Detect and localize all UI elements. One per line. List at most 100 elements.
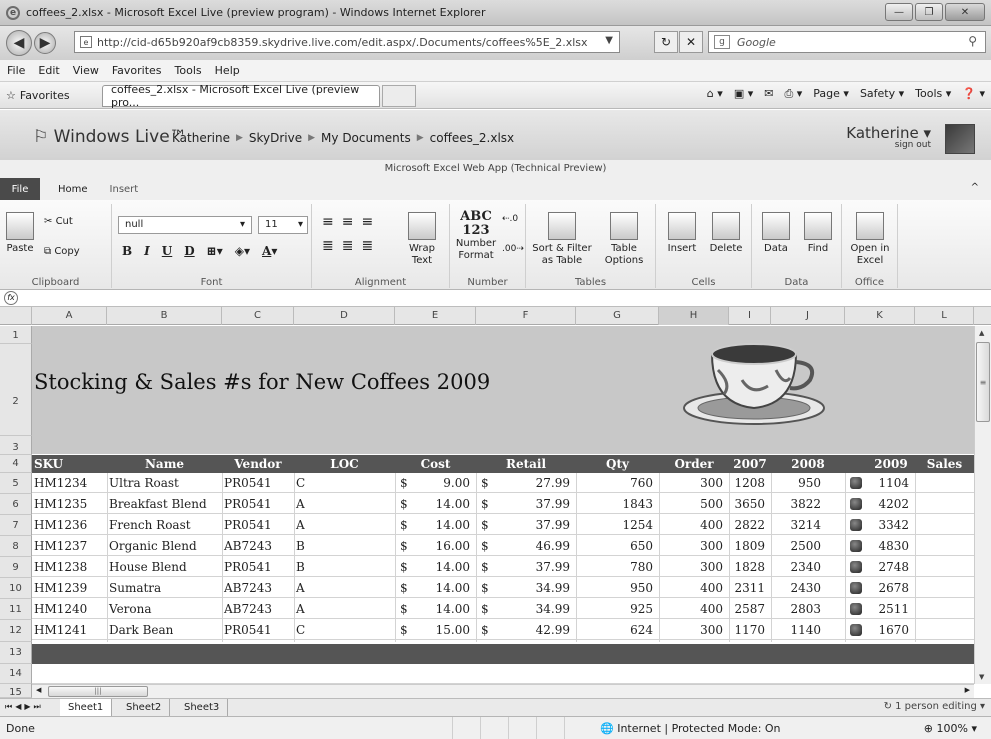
cell-y2008[interactable]: 2803 [731, 599, 821, 619]
find-button[interactable]: Find [800, 212, 836, 255]
feeds-icon[interactable]: ▣ ▾ [734, 87, 753, 101]
cell-sku[interactable]: HM1234 [34, 473, 87, 493]
cell-loc[interactable]: C [296, 620, 305, 640]
breadcrumb-my-documents[interactable]: My Documents [321, 131, 411, 145]
cell-cost[interactable]: 14.00 [380, 599, 470, 619]
cell-vendor[interactable]: PR0541 [224, 473, 272, 493]
row-header[interactable]: 5 [0, 473, 32, 494]
scrollbar-thumb[interactable]: ||| [48, 686, 148, 697]
page-menu[interactable]: Page ▾ [813, 87, 849, 101]
cell-vendor[interactable]: AB7243 [224, 578, 272, 598]
horizontal-scrollbar[interactable]: ◀ ||| ▶ [32, 684, 974, 698]
row-header[interactable]: 13 [0, 642, 32, 664]
header-name[interactable]: Name [107, 455, 222, 473]
user-menu[interactable]: Katherine ▾ sign out [846, 124, 931, 150]
sheet-tab-1[interactable]: Sheet1 [60, 699, 113, 716]
print-icon[interactable]: ⎙ ▾ [784, 87, 802, 101]
cell-retail[interactable]: 42.99 [480, 620, 570, 640]
row-header[interactable]: 7 [0, 515, 32, 536]
cell-loc[interactable]: A [296, 599, 305, 619]
menu-edit[interactable]: Edit [38, 64, 59, 77]
minimize-button[interactable]: — [885, 3, 913, 21]
tab-insert[interactable]: Insert [110, 184, 139, 195]
cell-y2008[interactable]: 1140 [731, 620, 821, 640]
cell-name[interactable]: Ultra Roast [109, 473, 179, 493]
cell-sku[interactable]: HM1241 [34, 620, 87, 640]
delete-cells-button[interactable]: Delete [706, 212, 746, 255]
close-button[interactable]: ✕ [945, 3, 985, 21]
borders-icon[interactable]: ⊞▾ [207, 244, 223, 258]
help-icon[interactable]: ❓ ▾ [962, 87, 985, 101]
column-header[interactable]: B [107, 307, 222, 325]
favorites-button[interactable]: ☆ Favorites [6, 89, 70, 102]
cell-name[interactable]: Dark Bean [109, 620, 173, 640]
editing-status[interactable]: ↻ 1 person editing ▾ [884, 701, 985, 712]
cell-name[interactable]: Verona [109, 599, 152, 619]
sheet-tab-2[interactable]: Sheet2 [118, 699, 171, 716]
cell-retail[interactable]: 37.99 [480, 557, 570, 577]
address-field[interactable]: e http://cid-d65b920af9cb8359.skydrive.l… [74, 31, 620, 53]
cell-retail[interactable]: 27.99 [480, 473, 570, 493]
cell-cost[interactable]: 14.00 [380, 515, 470, 535]
table-options-button[interactable]: Table Options [598, 212, 650, 267]
header-cost[interactable]: Cost [395, 455, 476, 473]
row-header[interactable]: 9 [0, 557, 32, 578]
cell-vendor[interactable]: PR0541 [224, 515, 272, 535]
header-2008[interactable]: 2008 [771, 455, 845, 473]
formula-bar[interactable]: fx [0, 290, 991, 307]
cell-vendor[interactable]: PR0541 [224, 557, 272, 577]
italic-button[interactable]: I [144, 244, 150, 258]
cell-y2009[interactable]: 3342 [819, 515, 909, 535]
zoom-control[interactable]: ⊕ 100% ▾ [924, 722, 977, 735]
fill-color-icon[interactable]: ◈▾ [235, 244, 250, 258]
cell-y2008[interactable]: 3214 [731, 515, 821, 535]
function-icon[interactable]: fx [4, 291, 18, 305]
row-header[interactable]: 4 [0, 455, 32, 473]
scroll-left-icon[interactable]: ◀ [36, 686, 41, 694]
column-header[interactable]: K [845, 307, 915, 325]
row-header[interactable]: 6 [0, 494, 32, 515]
cell-y2009[interactable]: 2511 [819, 599, 909, 619]
data-button[interactable]: Data [758, 212, 794, 255]
column-header[interactable]: A [32, 307, 107, 325]
cell-sku[interactable]: HM1235 [34, 494, 87, 514]
cell-name[interactable]: Organic Blend [109, 536, 197, 556]
cell-y2008[interactable]: 2500 [731, 536, 821, 556]
windows-live-logo[interactable]: ⚐ Windows Live™ [33, 127, 187, 147]
increase-decimal-icon[interactable]: ⇠.0 [502, 214, 518, 224]
cell-loc[interactable]: A [296, 515, 305, 535]
column-header[interactable]: D [294, 307, 395, 325]
back-button[interactable]: ◀ [6, 30, 32, 56]
cell-retail[interactable]: 46.99 [480, 536, 570, 556]
number-format-button[interactable]: ABC 123 Number Format [454, 210, 498, 262]
paste-button[interactable]: Paste [4, 212, 36, 255]
search-input[interactable]: g Google ⚲ [708, 31, 986, 53]
browser-tab[interactable]: coffees_2.xlsx - Microsoft Excel Live (p… [102, 83, 380, 109]
copy-button[interactable]: ⧉ Copy [44, 246, 80, 257]
scroll-up-icon[interactable]: ▲ [979, 329, 984, 337]
wrap-text-button[interactable]: Wrap Text [402, 212, 442, 267]
header-sales[interactable]: Sales [915, 455, 974, 473]
cell-loc[interactable]: C [296, 473, 305, 493]
column-header[interactable]: F [476, 307, 576, 325]
cell-y2009[interactable]: 2748 [819, 557, 909, 577]
font-name-select[interactable]: null ▾ [118, 216, 252, 234]
cell-y2009[interactable]: 4202 [819, 494, 909, 514]
header-retail[interactable]: Retail [476, 455, 576, 473]
avatar[interactable] [945, 124, 975, 154]
menu-file[interactable]: File [7, 64, 25, 77]
cell-sku[interactable]: HM1236 [34, 515, 87, 535]
header-sku[interactable]: SKU [34, 455, 63, 473]
cell-loc[interactable]: A [296, 578, 305, 598]
header-qty[interactable]: Qty [576, 455, 659, 473]
cell-retail[interactable]: 37.99 [480, 494, 570, 514]
cell-cost[interactable]: 14.00 [380, 557, 470, 577]
cell-y2008[interactable]: 950 [731, 473, 821, 493]
search-icon[interactable]: ⚲ [968, 34, 977, 48]
cell-retail[interactable]: 37.99 [480, 515, 570, 535]
refresh-button[interactable]: ↻ [654, 31, 678, 53]
tools-menu[interactable]: Tools ▾ [915, 87, 951, 101]
column-header[interactable]: I [729, 307, 771, 325]
security-zone[interactable]: 🌐 Internet | Protected Mode: On [600, 722, 781, 735]
dark-separator-row[interactable] [32, 644, 974, 664]
